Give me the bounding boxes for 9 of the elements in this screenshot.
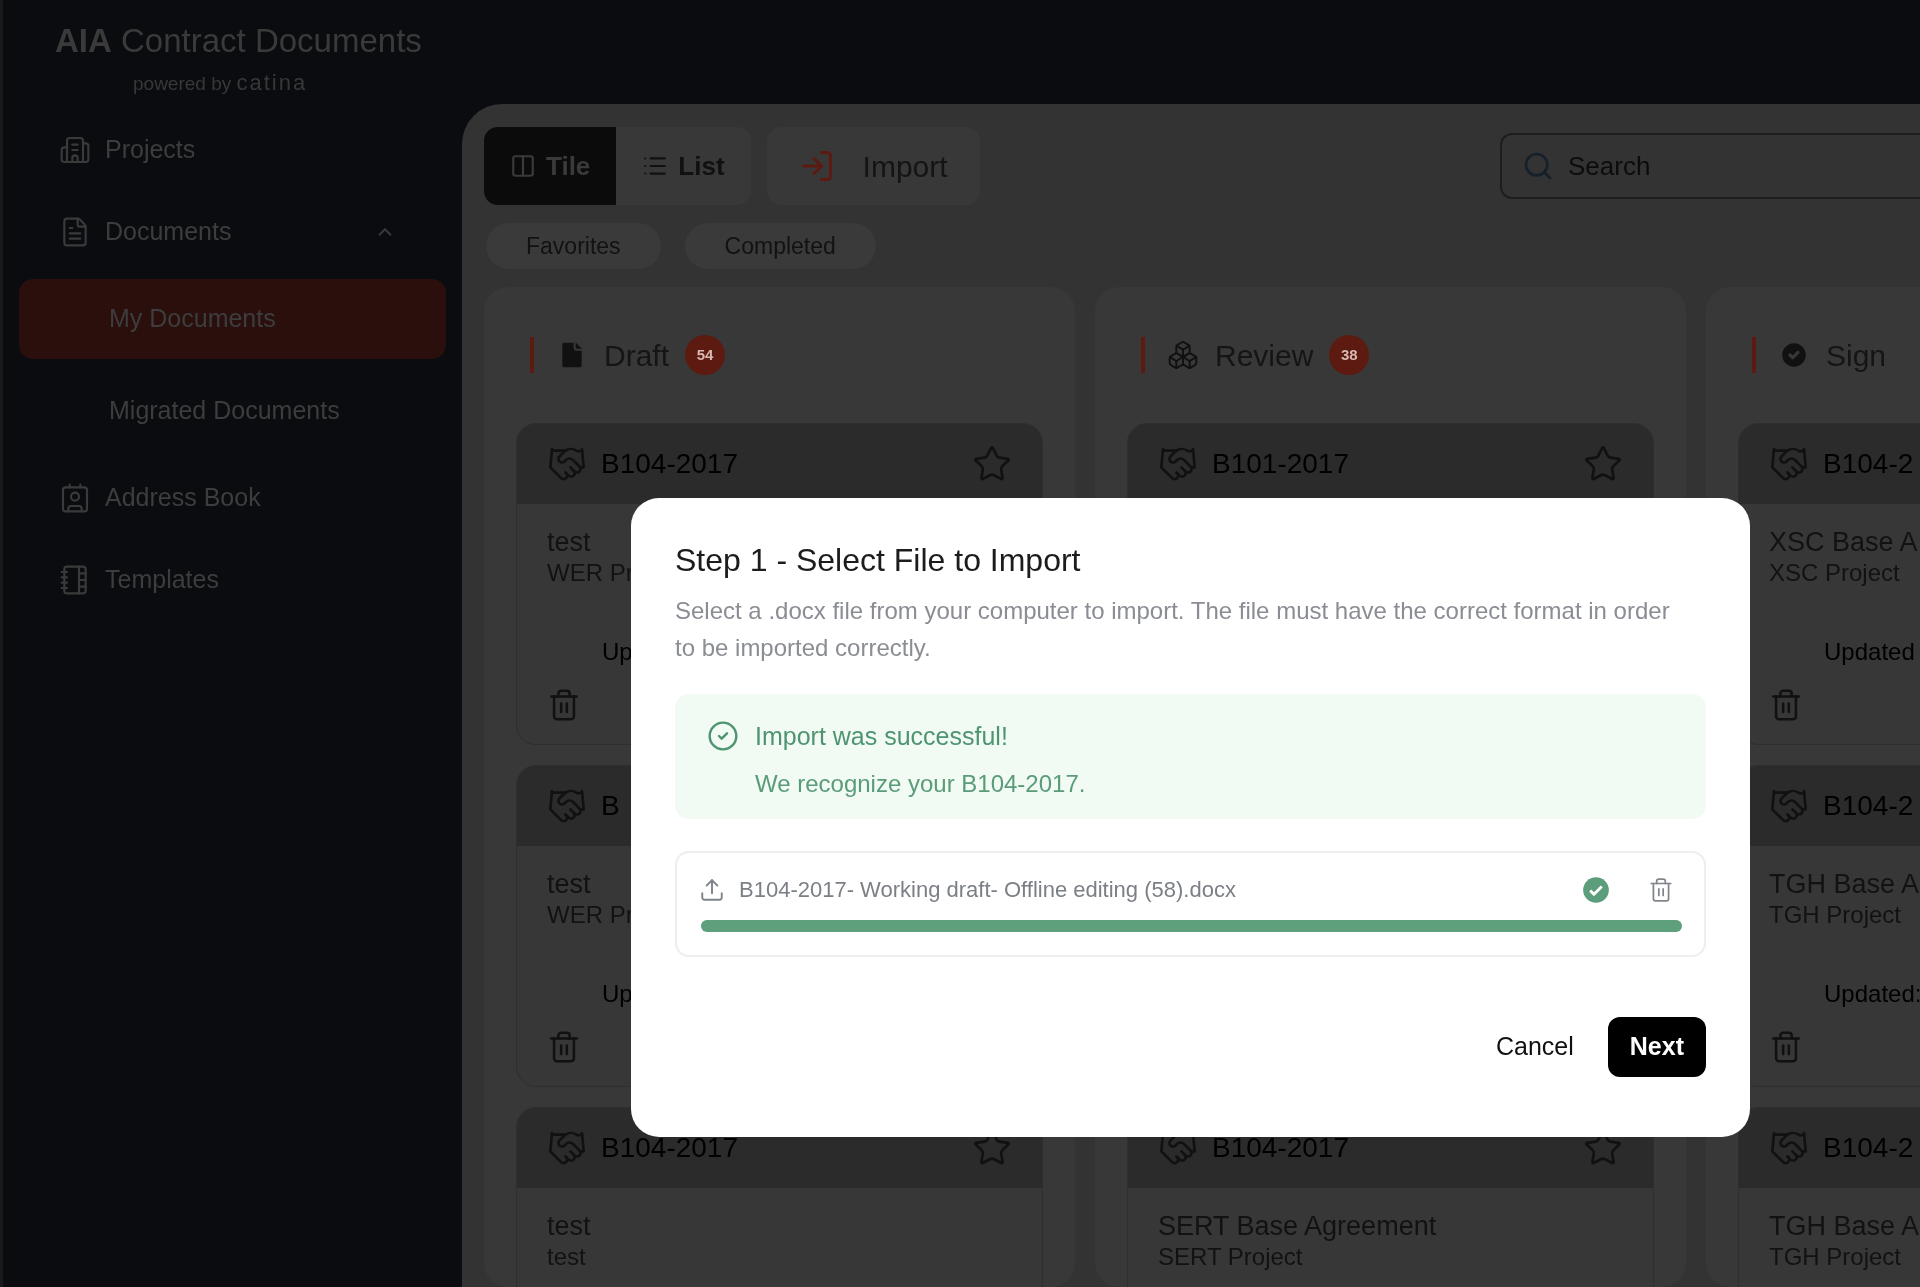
cancel-button[interactable]: Cancel — [1494, 1017, 1576, 1077]
alert-message: We recognize your B104-2017. — [755, 768, 1086, 799]
count-badge: 38 — [1329, 335, 1370, 375]
dialog-description: Select a .docx file from your computer to import. The file must have the correct format in order to be imported correctly. — [675, 596, 1671, 663]
count-badge: 54 — [685, 335, 725, 375]
dialog-title: Step 1 - Select File to Import — [675, 541, 1082, 580]
alert-title: Import was successful! — [755, 721, 1009, 752]
file-name: B104-2017- Working draft- Offline editing (58).docx — [739, 876, 1237, 904]
next-button[interactable]: Next — [1607, 1017, 1706, 1077]
